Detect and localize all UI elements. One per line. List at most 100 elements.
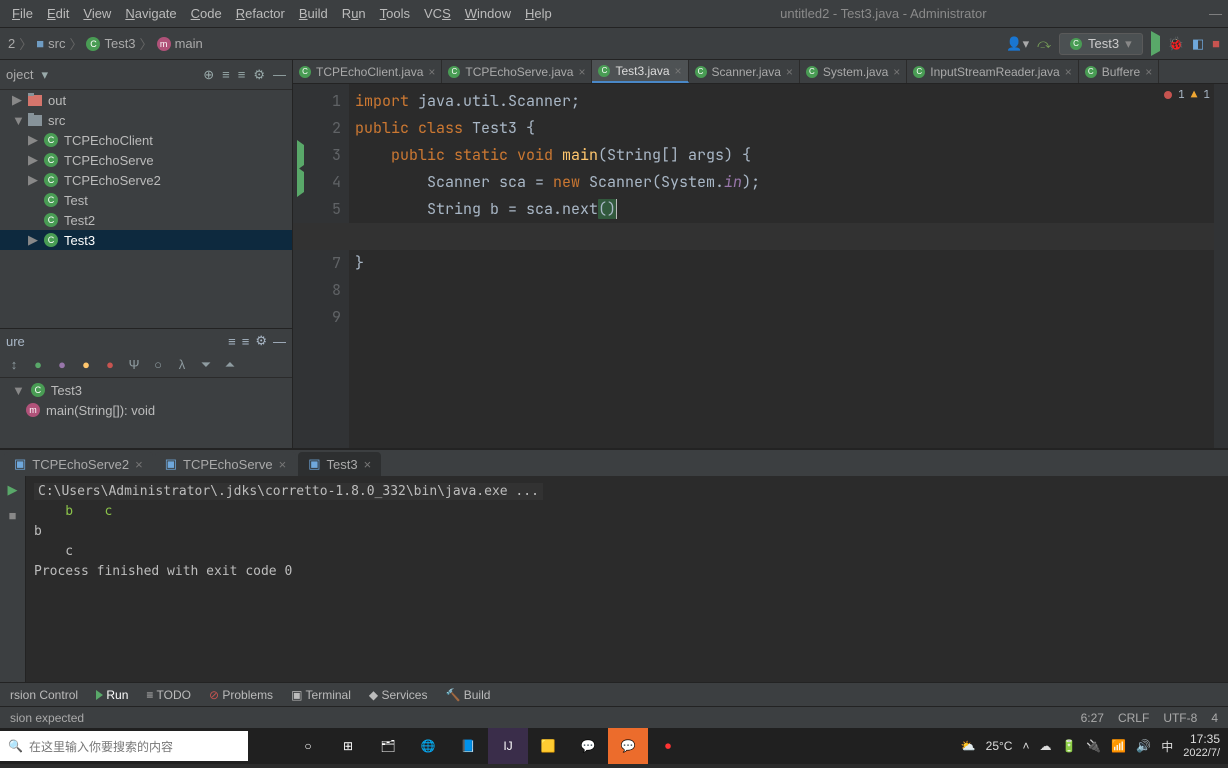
tab-todo[interactable]: ≡ TODO <box>146 688 191 702</box>
menu-help[interactable]: Help <box>519 3 558 24</box>
filter-icon[interactable]: ⏷ <box>198 357 214 373</box>
close-icon[interactable]: × <box>428 65 435 79</box>
close-icon[interactable]: × <box>279 457 287 472</box>
analysis-indicator[interactable]: 1 ▲1 <box>1164 88 1210 102</box>
close-icon[interactable]: × <box>135 457 143 472</box>
editor-tab[interactable]: CTCPEchoClient.java× <box>293 60 442 83</box>
menu-navigate[interactable]: Navigate <box>119 3 182 24</box>
crumb-class[interactable]: Test3 <box>104 36 135 51</box>
file-encoding[interactable]: UTF-8 <box>1163 711 1197 725</box>
close-icon[interactable]: × <box>786 65 793 79</box>
editor-tab[interactable]: CInputStreamReader.java× <box>907 60 1078 83</box>
tree-item[interactable]: ▶CTCPEchoServe <box>0 150 292 170</box>
target-icon[interactable]: ⊕ <box>203 67 214 83</box>
task-app-icon[interactable]: 🟨 <box>528 728 568 764</box>
tree-item[interactable]: ▼src <box>0 110 292 130</box>
hide-icon[interactable]: — <box>273 334 286 349</box>
tray-ime-icon[interactable]: 中 <box>1161 738 1173 755</box>
close-icon[interactable]: × <box>1065 65 1072 79</box>
editor-tab[interactable]: CTCPEchoServe.java× <box>442 60 592 83</box>
menu-file[interactable]: File <box>6 3 39 24</box>
run-output[interactable]: C:\Users\Administrator\.jdks\corretto-1.… <box>26 476 1228 682</box>
tab-build[interactable]: 🔨 Build <box>445 688 490 702</box>
filter-icon[interactable]: ● <box>30 357 46 373</box>
run-config-selector[interactable]: C Test3 ▾ <box>1059 33 1143 55</box>
editor-tab[interactable]: CScanner.java× <box>689 60 800 83</box>
tree-item[interactable]: ▶CTCPEchoClient <box>0 130 292 150</box>
collapse-icon[interactable]: ≡ <box>238 67 246 82</box>
close-icon[interactable]: × <box>364 457 372 472</box>
gear-icon[interactable]: ⚙ <box>255 333 267 349</box>
gutter-run-icon[interactable] <box>297 169 304 196</box>
stop-button[interactable]: ■ <box>1212 36 1220 51</box>
menu-build[interactable]: Build <box>293 3 334 24</box>
task-intellij-icon[interactable]: IJ <box>488 728 528 764</box>
clock-time[interactable]: 17:35 <box>1183 732 1220 746</box>
filter-icon[interactable]: ● <box>54 357 70 373</box>
cursor-position[interactable]: 6:27 <box>1081 711 1104 725</box>
tab-vcs[interactable]: rsion Control <box>10 688 78 702</box>
hide-icon[interactable]: — <box>273 67 286 82</box>
filter-icon[interactable]: ● <box>78 357 94 373</box>
tray-volume-icon[interactable]: 🔊 <box>1136 739 1151 753</box>
filter-icon[interactable]: ⏶ <box>222 357 238 373</box>
tray-power-icon[interactable]: 🔌 <box>1086 739 1101 753</box>
task-edge-icon[interactable]: 🌐 <box>408 728 448 764</box>
tray-chevron-icon[interactable]: ˄ <box>1022 739 1029 753</box>
tab-problems[interactable]: ⊘ Problems <box>209 688 273 702</box>
crumb-root[interactable]: 2 <box>8 36 15 51</box>
structure-item[interactable]: ▼CTest3 <box>0 380 292 400</box>
menu-code[interactable]: Code <box>185 3 228 24</box>
structure-item[interactable]: mmain(String[]): void <box>0 400 292 420</box>
close-icon[interactable]: × <box>578 65 585 79</box>
crumb-method[interactable]: main <box>175 36 203 51</box>
menu-run[interactable]: Run <box>336 3 372 24</box>
tree-item[interactable]: ▶CTCPEchoServe2 <box>0 170 292 190</box>
menu-vcs[interactable]: VCS <box>418 3 457 24</box>
task-record-icon[interactable]: ⏺ <box>648 728 688 764</box>
collapse-icon[interactable]: ≡ <box>228 334 236 349</box>
error-stripe[interactable] <box>1214 84 1228 448</box>
menu-edit[interactable]: Edit <box>41 3 75 24</box>
close-icon[interactable]: × <box>893 65 900 79</box>
tray-battery-icon[interactable]: 🔋 <box>1061 739 1076 753</box>
run-button[interactable] <box>1151 36 1160 51</box>
run-tab[interactable]: ▣TCPEchoServe × <box>155 452 296 476</box>
run-tab[interactable]: ▣Test3 × <box>298 452 381 476</box>
filter-icon[interactable]: λ <box>174 357 190 373</box>
gutter-run-icon[interactable] <box>297 142 304 169</box>
stop-icon[interactable]: ■ <box>9 508 17 523</box>
close-icon[interactable]: × <box>1145 65 1152 79</box>
code-area[interactable]: 123456789 import java.util.Scanner;publi… <box>293 84 1228 448</box>
tree-item[interactable]: CTest <box>0 190 292 210</box>
tab-services[interactable]: ◆ Services <box>369 688 428 702</box>
menu-window[interactable]: Window <box>459 3 517 24</box>
chevron-down-icon[interactable]: ▾ <box>41 67 48 83</box>
tree-item[interactable]: ▶out <box>0 90 292 110</box>
tab-terminal[interactable]: ▣ Terminal <box>291 688 351 702</box>
editor-tab[interactable]: CBuffere× <box>1079 60 1160 83</box>
clock-date[interactable]: 2022/7/ <box>1183 746 1220 760</box>
crumb-src[interactable]: src <box>48 36 65 51</box>
filter-icon[interactable]: ○ <box>150 357 166 373</box>
task-app-icon[interactable]: 📘 <box>448 728 488 764</box>
menu-view[interactable]: View <box>77 3 117 24</box>
debug-button[interactable]: 🐞 <box>1168 36 1184 52</box>
tree-item[interactable]: ▶CTest3 <box>0 230 292 250</box>
menu-refactor[interactable]: Refactor <box>230 3 291 24</box>
editor-tab[interactable]: CSystem.java× <box>800 60 907 83</box>
task-cortana-icon[interactable]: ○ <box>288 728 328 764</box>
tab-run[interactable]: Run <box>96 688 128 702</box>
line-separator[interactable]: CRLF <box>1118 711 1149 725</box>
expand-icon[interactable]: ≡ <box>222 67 230 82</box>
menu-tools[interactable]: Tools <box>374 3 416 24</box>
filter-icon[interactable]: ● <box>102 357 118 373</box>
tray-wifi-icon[interactable]: 📶 <box>1111 739 1126 753</box>
coverage-button[interactable]: ◧ <box>1192 36 1204 52</box>
cwm-icon[interactable]: 👤▾ <box>1006 36 1029 52</box>
run-tab[interactable]: ▣TCPEchoServe2 × <box>4 452 153 476</box>
editor-tab[interactable]: CTest3.java× <box>592 60 688 83</box>
build-hammer-icon[interactable]: ⤼ <box>1037 36 1051 52</box>
tree-item[interactable]: CTest2 <box>0 210 292 230</box>
rerun-icon[interactable]: ▶ <box>8 482 18 498</box>
